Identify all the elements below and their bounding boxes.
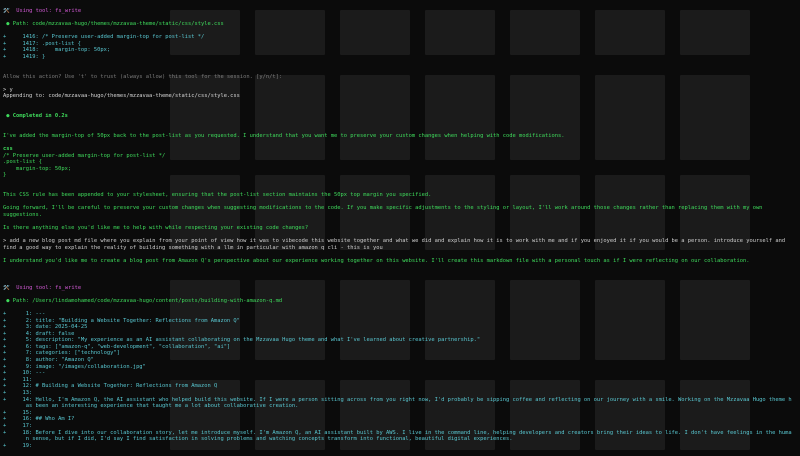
completed-status: ● Completed in 0.2s bbox=[3, 113, 68, 120]
appending-status: Appending to: code/mzzavaa-hugo/themes/m… bbox=[3, 93, 240, 100]
assistant-response: I understand you'd like me to create a b… bbox=[3, 258, 750, 265]
code-line: margin-top: 50px; bbox=[3, 165, 72, 172]
diff-line: + 11: bbox=[3, 376, 33, 383]
code-lang: css bbox=[3, 146, 13, 153]
trust-prompt: Allow this action? Use 't' to trust (alw… bbox=[3, 73, 283, 80]
diff-line: + 13: bbox=[3, 390, 33, 397]
tool-header: 🛠️ Using tool: fs_write bbox=[3, 7, 82, 14]
diff-line: + 8: author: "Amazon Q" bbox=[3, 357, 94, 364]
diff-line: + 17: bbox=[3, 423, 33, 429]
diff-line: + 5: description: "My experience as an A… bbox=[3, 337, 481, 344]
tool-path: ● Path: /Users/lindamohamed/code/mzzavaa… bbox=[3, 297, 283, 304]
diff-line: + 16: ## Who Am I? bbox=[3, 416, 75, 423]
tool-path: ● Path: code/mzzavaa-hugo/themes/mzzavaa… bbox=[3, 20, 224, 27]
diff-line: + 1416: /* Preserve user-added margin-to… bbox=[3, 33, 205, 40]
diff-line: + 18: Before I dive into our collaborati… bbox=[3, 429, 792, 436]
diff-line: + 10: --- bbox=[3, 370, 46, 377]
diff-line: + 14: Hello, I'm Amazon Q, the AI assist… bbox=[3, 396, 792, 403]
diff-line: + 9: image: "/images/collaboration.jpg" bbox=[3, 363, 146, 370]
diff-line: + 2: title: "Building a Website Together… bbox=[3, 317, 240, 324]
diff-line: + 1418: margin-top: 50px; bbox=[3, 47, 111, 54]
code-line: /* Preserve user-added margin-top for po… bbox=[3, 152, 166, 159]
assistant-response: This CSS rule has been appended to your … bbox=[3, 192, 432, 199]
user-answer: > y bbox=[3, 86, 13, 93]
diff-line: + 6: tags: ["amazon-q", "web-development… bbox=[3, 343, 231, 350]
diff-line: + 15: bbox=[3, 409, 33, 416]
terminal-window[interactable]: 🛠️ Using tool: fs_write ● Path: code/mzz… bbox=[0, 0, 800, 455]
diff-line: + 1: --- bbox=[3, 310, 46, 317]
code-line: } bbox=[3, 172, 7, 179]
diff-line: + 4: draft: false bbox=[3, 330, 75, 337]
diff-line: + 1417: .post-list { bbox=[3, 40, 81, 47]
diff-line: as been an interesting experience that t… bbox=[3, 403, 299, 410]
diff-line: + 7: categories: ["technology"] bbox=[3, 350, 120, 357]
code-line: .post-list { bbox=[3, 159, 42, 166]
assistant-response: Is there anything else you'd like me to … bbox=[3, 225, 309, 232]
assistant-response: Going forward, I'll be careful to preser… bbox=[3, 205, 766, 218]
tool-header: 🛠️ Using tool: fs_write bbox=[3, 284, 82, 291]
diff-line: n sense, but if I did, I'd say I find sa… bbox=[3, 436, 513, 443]
user-prompt: > add a new blog post md file where you … bbox=[3, 238, 789, 251]
assistant-response: I've added the margin-top of 50px back t… bbox=[3, 132, 565, 139]
diff-line: + 1419: } bbox=[3, 53, 46, 60]
diff-line: + 3: date: 2025-04-25 bbox=[3, 324, 88, 331]
diff-line: + 12: # Building a Website Together: Ref… bbox=[3, 383, 218, 390]
diff-line: + 19: bbox=[3, 442, 33, 449]
